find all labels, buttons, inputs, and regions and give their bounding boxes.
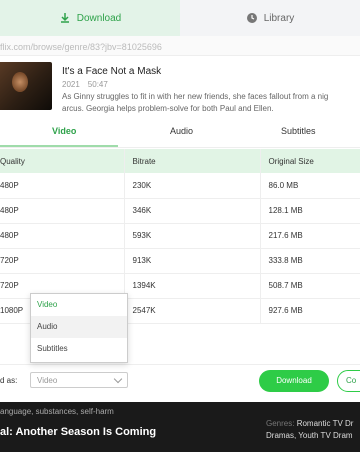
tab-download[interactable]: Download: [0, 0, 180, 36]
save-as-label: d as:: [0, 376, 18, 385]
description-line-1: As Ginny struggles to fit in with her ne…: [62, 92, 329, 101]
cell-size: 508.7 MB: [259, 273, 360, 299]
cell-quality: 720P: [0, 248, 124, 274]
tab-subtitles[interactable]: Subtitles: [281, 126, 316, 136]
save-as-select[interactable]: Video: [30, 372, 128, 388]
description-line-2: arcus. Georgia helps problem-solve for b…: [62, 104, 274, 113]
cell-bitrate: 913K: [123, 248, 260, 274]
section-title: al: Another Season Is Coming: [0, 426, 157, 438]
table-row[interactable]: 720P 913K 333.8 MB: [0, 248, 360, 274]
tab-download-label: Download: [76, 12, 122, 24]
dropdown-option-audio[interactable]: Audio: [31, 316, 127, 338]
tab-video[interactable]: Video: [52, 126, 76, 136]
cell-size: 927.6 MB: [259, 298, 360, 324]
top-nav: Download Library: [0, 0, 360, 36]
episode-thumbnail: [0, 62, 52, 110]
download-button[interactable]: Download: [259, 370, 329, 392]
save-as-dropdown-menu: Video Audio Subtitles: [30, 293, 128, 363]
cell-size: 217.6 MB: [259, 223, 360, 249]
genres-label: Genres:: [266, 419, 295, 428]
episode-title: It's a Face Not a Mask: [62, 66, 162, 77]
tab-library-label: Library: [263, 12, 295, 24]
content-tags: anguage, substances, self-harm: [0, 407, 114, 416]
episode-header: It's a Face Not a Mask 2021 50:47 As Gin…: [0, 56, 360, 120]
secondary-button[interactable]: Co: [337, 370, 360, 392]
cell-size: 128.1 MB: [259, 198, 360, 224]
table-header-row: Quality Bitrate Original Size: [0, 149, 360, 173]
stream-tabs: Video Audio Subtitles: [0, 120, 360, 148]
dropdown-option-video[interactable]: Video: [31, 294, 127, 316]
col-original-size: Original Size: [259, 149, 360, 173]
table-row[interactable]: 480P 346K 128.1 MB: [0, 198, 360, 224]
episode-year: 2021: [62, 80, 80, 89]
cell-bitrate: 1394K: [123, 273, 260, 299]
cell-bitrate: 346K: [123, 198, 260, 224]
col-quality: Quality: [0, 156, 25, 166]
cell-bitrate: 593K: [123, 223, 260, 249]
dropdown-option-subtitles[interactable]: Subtitles: [31, 338, 127, 360]
tab-library[interactable]: Library: [180, 0, 360, 36]
tab-audio[interactable]: Audio: [170, 126, 193, 136]
cell-quality: 480P: [0, 223, 124, 249]
download-icon: [60, 13, 69, 23]
episode-duration: 50:47: [87, 80, 108, 89]
url-bar: flix.com/browse/genre/83?jbv=81025696: [0, 36, 360, 56]
episode-description: As Ginny struggles to fit in with her ne…: [62, 91, 360, 115]
cell-size: 86.0 MB: [259, 173, 360, 199]
genres-info: Genres: Romantic TV Dr Dramas, Youth TV …: [266, 418, 360, 442]
cell-bitrate: 230K: [123, 173, 260, 199]
chevron-down-icon: [113, 374, 123, 384]
library-icon: [246, 13, 257, 23]
table-row[interactable]: 480P 230K 86.0 MB: [0, 173, 360, 199]
table-row[interactable]: 480P 593K 217.6 MB: [0, 223, 360, 249]
background-page: anguage, substances, self-harm al: Anoth…: [0, 402, 360, 452]
cell-quality: 480P: [0, 173, 124, 199]
dialog-footer: d as: Video Download Co: [0, 364, 360, 402]
save-as-value: Video: [37, 376, 58, 385]
episode-meta: 2021 50:47: [62, 80, 108, 89]
cell-size: 333.8 MB: [259, 248, 360, 274]
cell-bitrate: 2547K: [123, 298, 260, 324]
col-bitrate: Bitrate: [123, 149, 260, 173]
genres-line-1: Romantic TV Dr: [296, 419, 354, 428]
cell-quality: 480P: [0, 198, 124, 224]
active-tab-indicator: [0, 145, 118, 147]
genres-line-2: Dramas, Youth TV Dram: [266, 431, 353, 440]
